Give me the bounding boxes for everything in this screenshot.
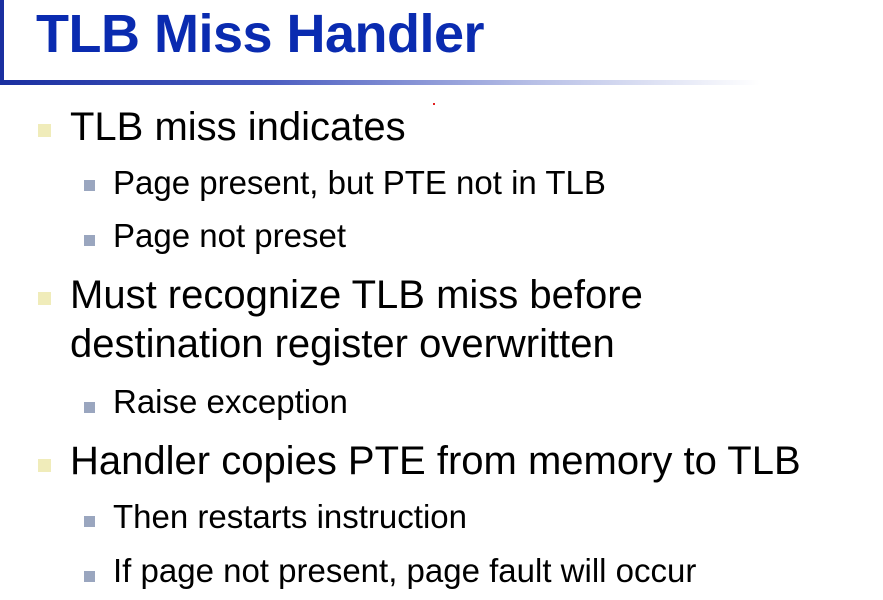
- small-square-bullet-icon: [84, 402, 95, 413]
- bullet-item-line2: destination register overwritten: [70, 322, 615, 366]
- square-bullet-icon: [38, 292, 51, 305]
- slide: TLB Miss Handler TLB miss indicates Page…: [0, 0, 883, 600]
- sub-bullet-item: Then restarts instruction: [113, 498, 467, 535]
- small-square-bullet-icon: [84, 516, 95, 527]
- bullet-item: TLB miss indicates: [70, 105, 406, 149]
- bullet-item-line1: Must recognize TLB miss before: [70, 273, 643, 317]
- bullet-list: TLB miss indicates Page present, but PTE…: [0, 0, 883, 600]
- square-bullet-icon: [38, 124, 51, 137]
- square-bullet-icon: [38, 459, 51, 472]
- sub-bullet-item: If page not present, page fault will occ…: [113, 552, 697, 589]
- bullet-item: Handler copies PTE from memory to TLB: [70, 439, 801, 483]
- small-square-bullet-icon: [84, 571, 95, 582]
- small-square-bullet-icon: [84, 180, 95, 191]
- small-square-bullet-icon: [84, 235, 95, 246]
- sub-bullet-item: Page present, but PTE not in TLB: [113, 164, 606, 201]
- sub-bullet-item: Raise exception: [113, 383, 348, 420]
- sub-bullet-item: Page not preset: [113, 217, 346, 254]
